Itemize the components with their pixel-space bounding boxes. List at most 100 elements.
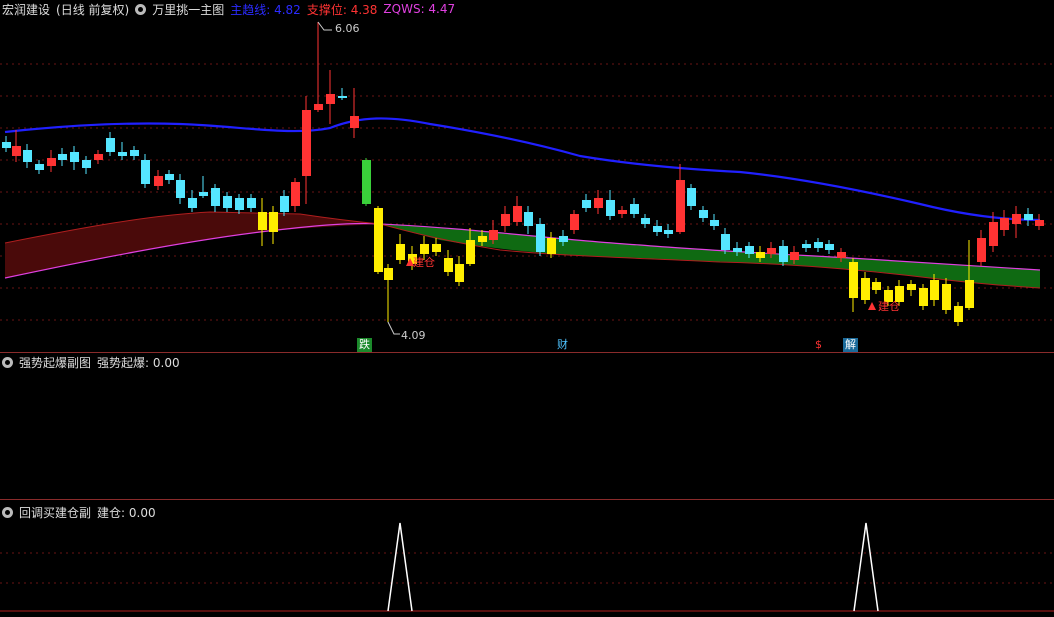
candle-body [547, 238, 556, 254]
jiancang-label-1: 建仓 [413, 256, 435, 269]
candle-body [165, 174, 174, 180]
candle-body [396, 244, 405, 260]
candle-body [641, 218, 650, 224]
candle-body [12, 146, 21, 156]
candle-body [721, 234, 730, 250]
candle-body [223, 196, 232, 208]
candle-body [745, 246, 754, 254]
candle-body [779, 246, 788, 262]
candle-body [455, 264, 464, 282]
sub1-value-legend: 强势起爆: 0.00 [97, 355, 180, 370]
gear-icon[interactable] [2, 356, 13, 368]
candle-body [94, 154, 103, 160]
marker-dollar: $ [815, 338, 822, 351]
candle-body [1012, 214, 1021, 224]
candle-body [478, 236, 487, 242]
candle-body [664, 230, 673, 234]
candle-body [420, 244, 429, 254]
candle-body [1024, 214, 1033, 220]
candle-body [582, 200, 591, 208]
candle-body [699, 210, 708, 218]
candle-body [872, 282, 881, 290]
sub1-panel[interactable]: 强势起爆副图 强势起爆: 0.00 [0, 353, 1054, 499]
candle-body [350, 116, 359, 128]
sub1-value: 0.00 [152, 355, 180, 370]
candle-body [954, 306, 963, 322]
candle-body [1035, 220, 1044, 226]
support-band [380, 224, 1040, 288]
candle-body [326, 94, 335, 104]
candle-body [432, 244, 441, 252]
candle-body [653, 226, 662, 232]
candle-body [837, 252, 846, 258]
sub2-chart-canvas[interactable] [0, 503, 1054, 617]
candle-body [118, 152, 127, 156]
candle-body [70, 152, 79, 162]
low-price-label: 4.09 [401, 329, 426, 342]
candle-body [338, 96, 347, 98]
candle-body [130, 150, 139, 156]
resistance-band [5, 212, 380, 278]
candle-body [536, 224, 545, 252]
candle-body [444, 258, 453, 272]
candle-body [676, 180, 685, 232]
candle-body [176, 180, 185, 198]
sub1-header: 强势起爆副图 强势起爆: 0.00 [0, 353, 180, 371]
candle-body [47, 158, 56, 166]
marker-die: 跌 [357, 338, 372, 352]
candle-body [524, 212, 533, 226]
candle-body [802, 244, 811, 248]
sub2-panel[interactable]: 回调买建仓副 建仓: 0.00 [0, 503, 1054, 617]
candle-body [141, 160, 150, 184]
candle-body [790, 252, 799, 260]
panel-divider-2 [0, 499, 1054, 500]
candle-body [384, 268, 393, 280]
candle-body [154, 176, 163, 186]
candle-body [58, 154, 67, 160]
candle-body [269, 212, 278, 232]
candle-body [314, 104, 323, 110]
candle-body [767, 248, 776, 254]
marker-jie: 解 [843, 338, 858, 352]
candle-body [1000, 218, 1009, 230]
candle-body [247, 198, 256, 208]
candle-body [861, 278, 870, 300]
candle-body [35, 164, 44, 170]
jiancang-label-2: 建仓 [878, 300, 900, 313]
candle-body [291, 182, 300, 206]
candle-body [849, 262, 858, 298]
candle-body [211, 188, 220, 206]
candle-body [965, 280, 974, 308]
candle-body [513, 206, 522, 222]
candle-body [258, 212, 267, 230]
main-chart-panel[interactable]: 宏润建设 (日线 前复权) 万里挑一主图 主趋线: 4.82 支撑位: 4.38… [0, 0, 1054, 352]
candle-body [489, 230, 498, 240]
jiancang-spike [387, 522, 413, 612]
main-chart-canvas[interactable] [0, 0, 1054, 350]
high-leader-line [317, 21, 332, 31]
candle-body [280, 196, 289, 212]
candle-body [814, 242, 823, 248]
candle-body [825, 244, 834, 250]
candle-body [977, 238, 986, 262]
candle-body [733, 248, 742, 252]
candle-body [756, 252, 765, 258]
candle-body [466, 240, 475, 264]
candle-body [362, 160, 371, 204]
candle-body [23, 150, 32, 162]
jiancang-spike [853, 522, 879, 612]
marker-cai: 财 [557, 338, 568, 351]
candle-body [2, 142, 11, 148]
candle-body [106, 138, 115, 152]
candle-body [618, 210, 627, 214]
candle-body [989, 222, 998, 246]
candle-body [82, 160, 91, 168]
candle-body [942, 284, 951, 310]
buy-arrow-icon [868, 302, 876, 310]
sub1-indicator-name[interactable]: 强势起爆副图 [19, 354, 91, 371]
candle-body [710, 220, 719, 226]
candle-body [630, 204, 639, 214]
candle-body [687, 188, 696, 206]
candle-body [559, 236, 568, 242]
high-price-label: 6.06 [335, 22, 360, 35]
